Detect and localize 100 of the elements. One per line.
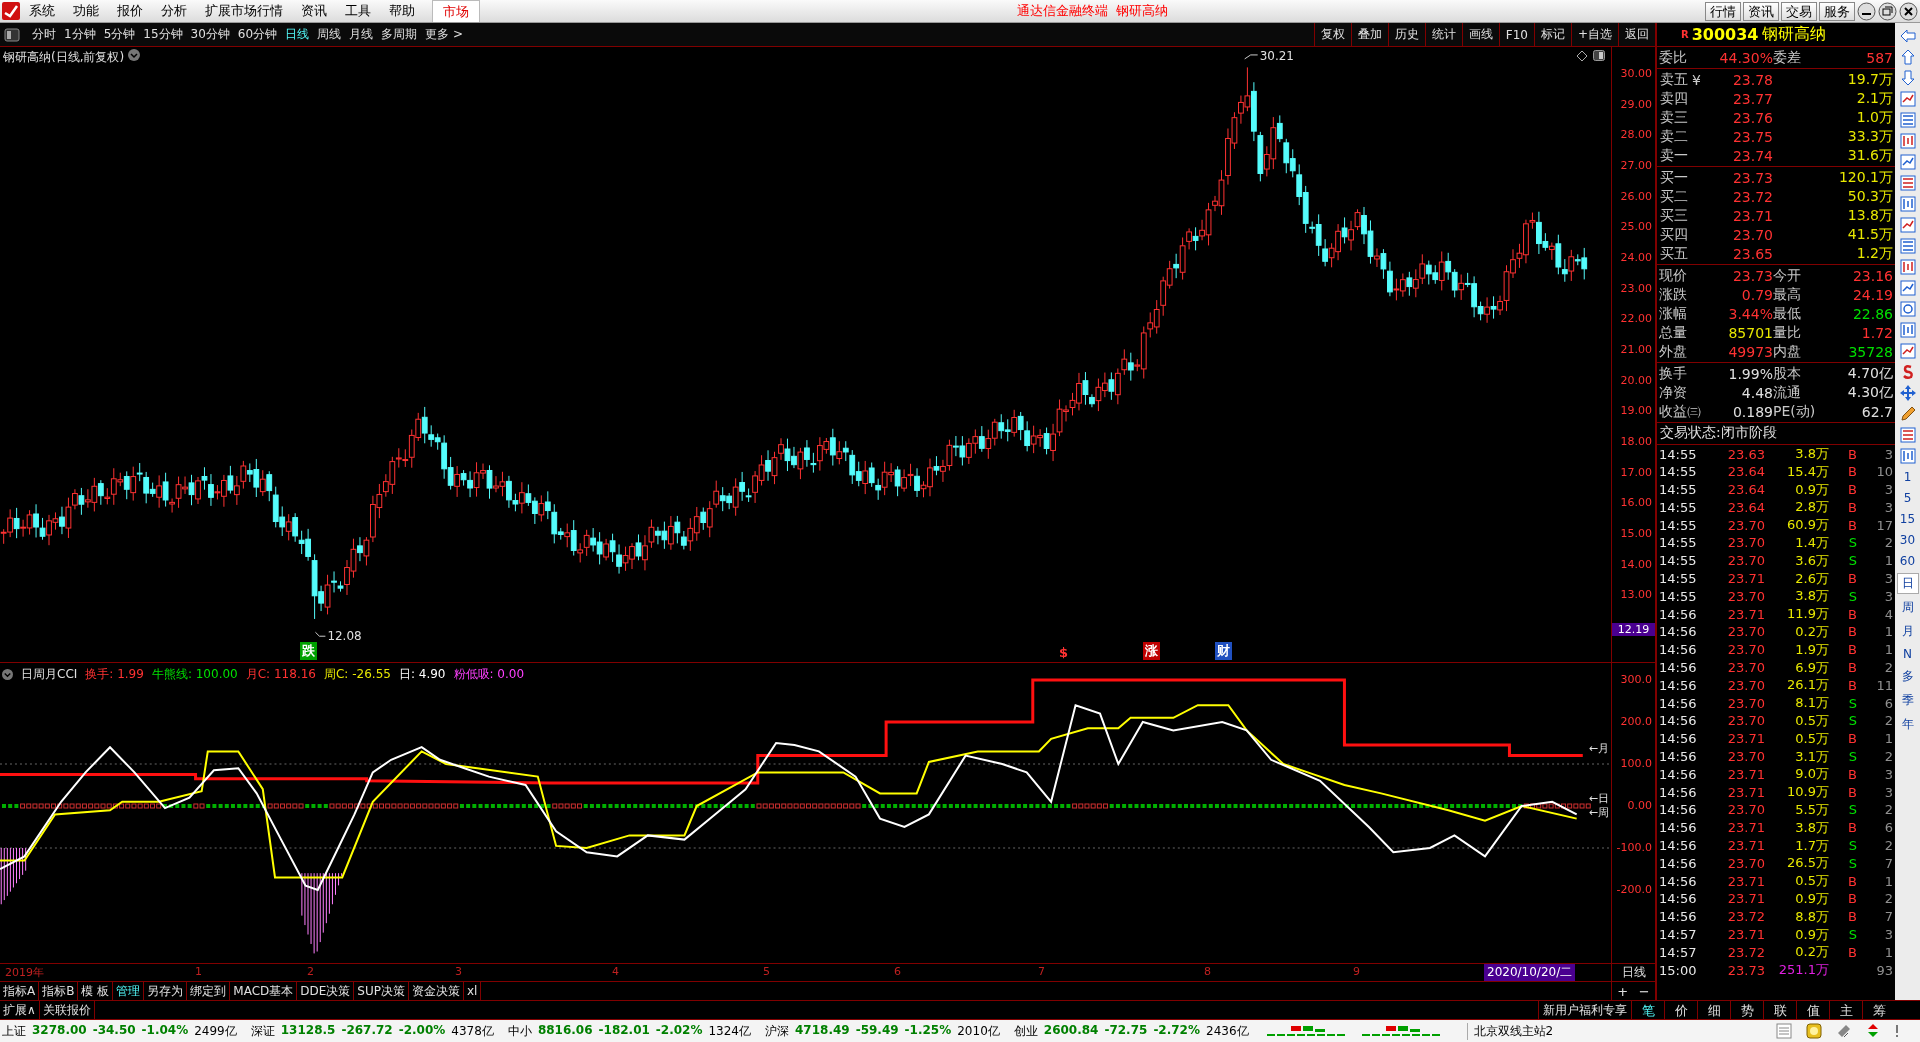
side-period-button[interactable]: 60 [1896, 552, 1919, 570]
indicator-tab[interactable]: DDE决策 [297, 982, 355, 1000]
trade-volume: 5.5万 [1794, 800, 1829, 819]
period-tab[interactable]: 月线 [345, 23, 378, 46]
order-volume: 1.2万 [1855, 244, 1893, 263]
top-button[interactable]: 行情 [1705, 1, 1741, 21]
panel-tab[interactable]: 联 [1763, 1001, 1796, 1019]
coin-icon[interactable] [1806, 1023, 1822, 1039]
panel-tab[interactable]: 细 [1697, 1001, 1730, 1019]
period-tab[interactable]: 周线 [313, 23, 346, 46]
zoom-button[interactable]: + [1614, 982, 1632, 1000]
period-tab[interactable]: 1分钟 [60, 23, 100, 46]
period-tab[interactable]: 分时 [28, 23, 60, 46]
menu-item[interactable]: 分析 [152, 1, 196, 21]
diamond-icon[interactable] [1577, 51, 1587, 61]
toolbar-button[interactable]: 叠加 [1350, 23, 1388, 46]
restore-icon[interactable] [1878, 1, 1897, 21]
side-period-button[interactable]: 1 [1896, 468, 1919, 486]
side-period-button[interactable]: 日 [1896, 573, 1919, 594]
toolbar-button[interactable]: 标记 [1533, 23, 1571, 46]
chevron-icon[interactable] [2, 669, 13, 680]
side-period-button[interactable]: 5 [1896, 489, 1919, 507]
menu-item[interactable]: 报价 [108, 1, 152, 21]
menu-item[interactable]: 帮助 [380, 1, 424, 21]
toggle-icon[interactable] [1593, 50, 1605, 61]
top-button[interactable]: 资讯 [1743, 1, 1779, 21]
toolbar-button[interactable]: F10 [1498, 23, 1534, 46]
indicator-tab[interactable]: SUP决策 [354, 982, 409, 1000]
menu-item[interactable]: 工具 [336, 1, 380, 21]
trade-count: 3 [1883, 482, 1893, 498]
quote-label: 涨幅 [1659, 304, 1688, 323]
period-tab[interactable]: 多周期 [377, 23, 422, 46]
market-tab[interactable]: 市场 [432, 0, 480, 22]
indicator-tab[interactable]: xl [463, 982, 482, 1000]
toolbar-button[interactable]: +自选 [1570, 23, 1618, 46]
more-button[interactable]: 更多 > [421, 23, 467, 46]
panel-button[interactable]: 关联报价 [39, 1001, 95, 1019]
toolbar-button[interactable]: 返回 [1618, 23, 1655, 46]
indicator-tab[interactable]: 另存为 [144, 982, 188, 1000]
indicator-tab[interactable]: 绑定到 [187, 982, 231, 1000]
menu-item[interactable]: 系统 [20, 1, 64, 21]
menu-item[interactable]: 资讯 [292, 1, 336, 21]
indicator-tab[interactable]: 资金决策 [408, 982, 464, 1000]
chevron-icon[interactable] [128, 49, 140, 61]
side-period-button[interactable]: N [1896, 645, 1919, 663]
top-button[interactable]: 服务 [1819, 1, 1855, 21]
pencil-icon[interactable] [1898, 405, 1917, 423]
side-period-button[interactable]: 15 [1896, 510, 1919, 528]
panel-toggle-icon[interactable] [4, 27, 20, 42]
quote-value: 4.70亿 [1846, 364, 1893, 383]
panel-tab[interactable]: 筹 [1862, 1001, 1895, 1019]
period-tab[interactable]: 日线 [281, 23, 314, 46]
zoom-button[interactable]: − [1635, 982, 1653, 1000]
panel-button[interactable]: 扩展∧ [0, 1001, 40, 1019]
panel-tab[interactable]: 价 [1664, 1001, 1697, 1019]
trade-count: 3 [1883, 446, 1893, 462]
side-period-button[interactable]: 30 [1896, 531, 1919, 549]
indicator-tab[interactable]: 模 板 [78, 982, 114, 1000]
trade-time: 14:56 [1659, 731, 1698, 747]
panel-tab[interactable]: 值 [1796, 1001, 1829, 1019]
panel-tab[interactable]: 笔 [1631, 1001, 1664, 1019]
panel-tab[interactable]: 主 [1829, 1001, 1862, 1019]
side-period-button[interactable]: 年 [1896, 714, 1919, 735]
arrow-left-icon[interactable] [1898, 27, 1917, 45]
minimize-icon[interactable] [1857, 1, 1876, 21]
toolbar-button[interactable]: 复权 [1313, 23, 1351, 46]
period-tab[interactable]: 5分钟 [99, 23, 140, 46]
promo-link[interactable]: 新用户福利专享 [1538, 1001, 1631, 1019]
menu-item[interactable]: 扩展市场行情 [196, 1, 292, 21]
trade-volume: 2.6万 [1794, 569, 1829, 588]
indicator-tab[interactable]: MACD基本 [230, 982, 298, 1000]
side-period-button[interactable]: 周 [1896, 597, 1919, 618]
trade-side: S [1847, 695, 1857, 711]
trade-side: B [1847, 446, 1857, 462]
date-label: 1 [195, 965, 202, 978]
indicator-tab[interactable]: 管理 [113, 982, 145, 1000]
side-period-button[interactable]: 月 [1896, 621, 1919, 642]
toolbar-button[interactable]: 历史 [1387, 23, 1425, 46]
trade-count: 2 [1883, 660, 1893, 676]
close-icon[interactable] [1899, 1, 1918, 21]
period-tab[interactable]: 15分钟 [139, 23, 187, 46]
toolbar-button[interactable]: 画线 [1461, 23, 1499, 46]
trade-side: B [1847, 909, 1857, 925]
indicator-tab[interactable]: 指标B [39, 982, 79, 1000]
toolbar-button[interactable]: 统计 [1424, 23, 1462, 46]
menu-item[interactable]: 功能 [64, 1, 108, 21]
side-period-button[interactable]: 多 [1896, 666, 1919, 687]
indicator-tab[interactable]: 指标A [0, 982, 40, 1000]
panel-tab[interactable]: 势 [1730, 1001, 1763, 1019]
trade-price: 23.70 [1726, 677, 1765, 693]
date-label: 6 [894, 965, 901, 978]
trade-time: 14:55 [1659, 588, 1698, 604]
period-tab[interactable]: 30分钟 [186, 23, 234, 46]
up-down-arrows-icon[interactable] [1866, 1023, 1880, 1039]
side-period-button[interactable]: 季 [1896, 690, 1919, 711]
top-button[interactable]: 交易 [1781, 1, 1817, 21]
period-tab[interactable]: 60分钟 [233, 23, 282, 46]
move-icon[interactable] [1898, 384, 1917, 402]
date-label: 9 [1353, 965, 1360, 978]
exclamation-icon[interactable] [1894, 1023, 1900, 1039]
